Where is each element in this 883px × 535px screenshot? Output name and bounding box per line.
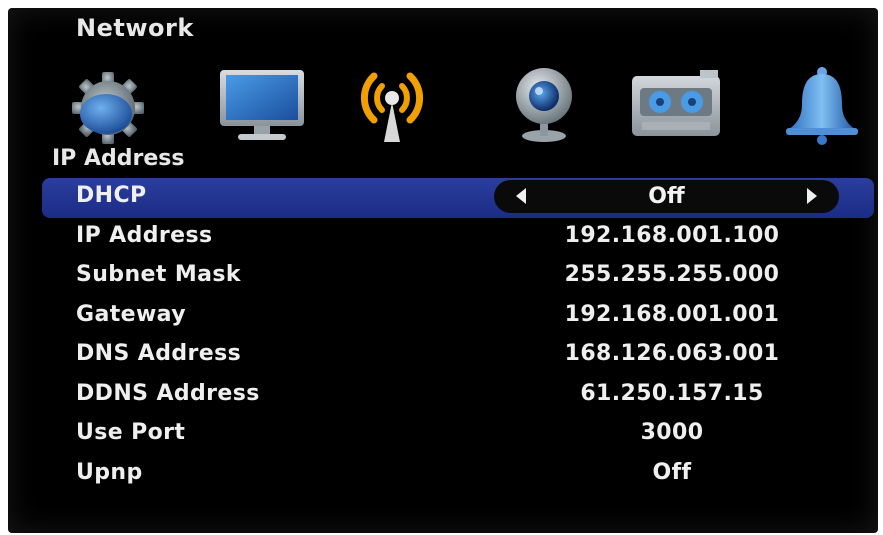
ip-address-value: 192.168.001.100: [564, 222, 780, 248]
row-label: DHCP: [76, 183, 147, 208]
section-label: IP Address: [52, 146, 185, 171]
wireless-icon[interactable]: [344, 62, 440, 146]
row-dns-address[interactable]: DNS Address 168.126.063.001: [42, 336, 874, 376]
category-toolbar: [8, 56, 878, 146]
settings-list: DHCP Off IP Address 192.168.001.100 Subn…: [42, 178, 874, 494]
dns-address-value: 168.126.063.001: [564, 341, 780, 366]
row-label: DDNS Address: [76, 380, 260, 406]
row-label: Upnp: [76, 459, 143, 485]
use-port-value: 3000: [640, 420, 704, 445]
arrow-right-icon[interactable]: [807, 188, 817, 204]
row-subnet-mask[interactable]: Subnet Mask 255.255.255.000: [42, 257, 874, 297]
row-ip-address[interactable]: IP Address 192.168.001.100: [42, 218, 874, 258]
row-use-port[interactable]: Use Port 3000: [42, 415, 874, 455]
row-label: Gateway: [76, 301, 186, 327]
gear-icon[interactable]: [60, 62, 156, 146]
upnp-value: Off: [652, 459, 692, 485]
row-label: Subnet Mask: [76, 262, 241, 287]
bell-icon[interactable]: [774, 62, 870, 146]
row-label: DNS Address: [76, 341, 242, 366]
page-title: Network: [76, 14, 194, 42]
row-gateway[interactable]: Gateway 192.168.001.001: [42, 297, 874, 337]
row-label: Use Port: [76, 420, 186, 445]
row-ddns-address[interactable]: DDNS Address 61.250.157.15: [42, 376, 874, 416]
subnet-mask-value: 255.255.255.000: [564, 262, 780, 287]
ddns-address-value: 61.250.157.15: [580, 380, 764, 406]
dhcp-value: Off: [648, 184, 685, 209]
settings-screen: Network IP Address DHCP Off IP Address 1…: [8, 8, 878, 533]
webcam-icon[interactable]: [496, 62, 592, 146]
monitor-icon[interactable]: [214, 62, 310, 146]
row-label: IP Address: [76, 222, 213, 248]
tape-recorder-icon[interactable]: [628, 62, 724, 146]
dhcp-selector[interactable]: Off: [494, 180, 839, 213]
row-upnp[interactable]: Upnp Off: [42, 455, 874, 495]
row-dhcp[interactable]: DHCP Off: [42, 178, 874, 218]
gateway-value: 192.168.001.001: [564, 301, 780, 327]
